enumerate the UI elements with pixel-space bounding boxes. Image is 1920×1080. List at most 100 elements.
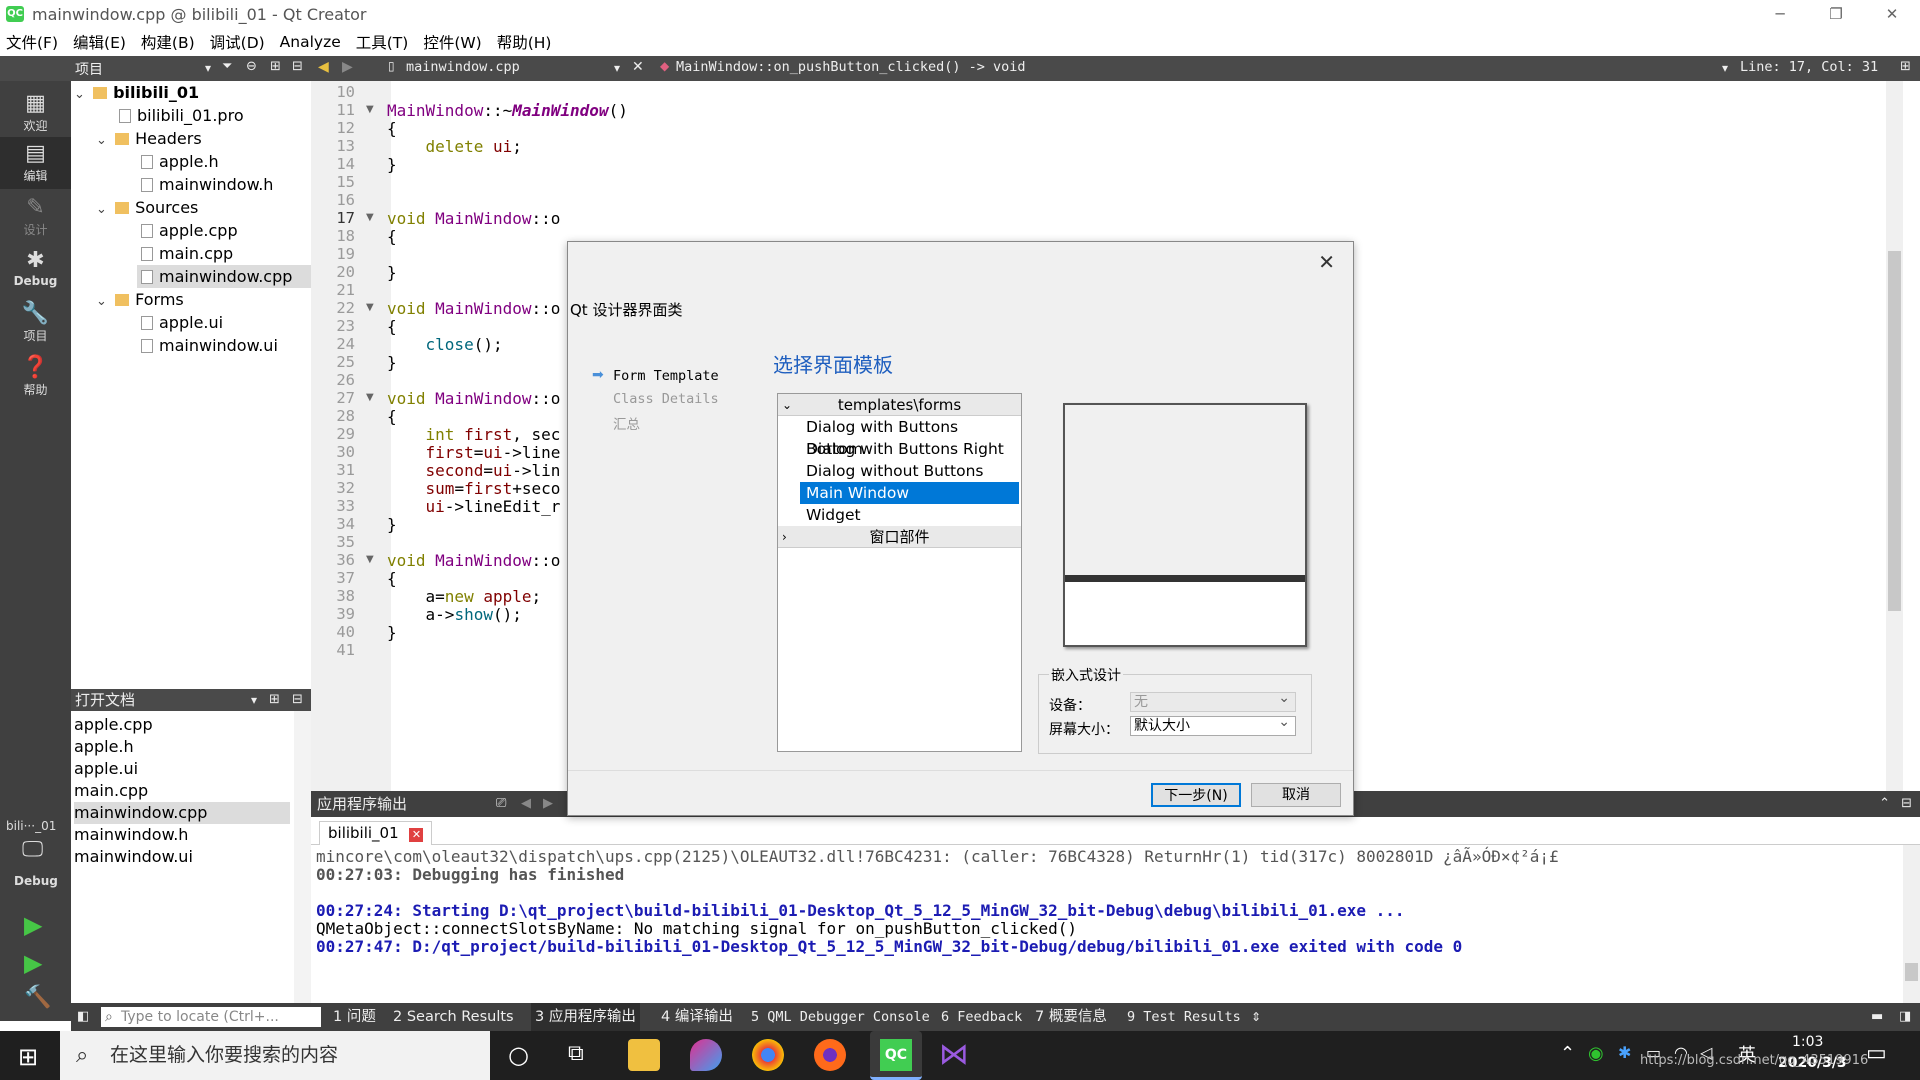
- mode-debug[interactable]: ✱ Debug: [0, 244, 71, 296]
- monitor-icon[interactable]: 🖵: [22, 837, 43, 862]
- cortana-icon[interactable]: ○: [508, 1041, 529, 1069]
- application-output[interactable]: mincore\com\oleaut32\dispatch\ups.cpp(21…: [311, 845, 1920, 1003]
- list-item[interactable]: apple.ui: [74, 758, 290, 780]
- tree-item-pro[interactable]: bilibili_01.pro: [119, 104, 244, 127]
- qt-creator-taskbar-button[interactable]: QC: [870, 1031, 922, 1080]
- fold-marker-icon[interactable]: ▼: [366, 302, 374, 313]
- pane-tab-test-results[interactable]: 9 Test Results: [1127, 1003, 1241, 1031]
- open-docs-scrollbar[interactable]: [294, 711, 311, 1003]
- scrollbar-thumb[interactable]: [1905, 963, 1918, 981]
- task-view-icon[interactable]: ⧉: [568, 1041, 584, 1066]
- wechat-icon[interactable]: ◉: [1588, 1043, 1604, 1064]
- list-item[interactable]: mainwindow.ui: [74, 846, 290, 868]
- restore-button[interactable]: ❐: [1808, 0, 1864, 28]
- mode-edit[interactable]: ▤ 编辑: [0, 137, 71, 189]
- run-icon[interactable]: ▶: [24, 911, 42, 939]
- close-button[interactable]: ✕: [1864, 0, 1920, 28]
- chevron-down-icon[interactable]: ⌄: [74, 83, 88, 106]
- tree-item[interactable]: main.cpp: [141, 242, 233, 265]
- pane-tab-app-output[interactable]: 3 应用程序输出: [531, 1003, 640, 1031]
- pane-tab-search[interactable]: 2 Search Results: [393, 1003, 514, 1031]
- clear-output-icon[interactable]: ⎚: [496, 791, 506, 817]
- template-item-selected[interactable]: Main Window: [800, 482, 1019, 504]
- mode-design[interactable]: ✎ 设计: [0, 191, 71, 243]
- template-item[interactable]: Dialog without Buttons: [800, 460, 1019, 482]
- forward-icon[interactable]: ▶: [342, 59, 353, 75]
- chevron-down-icon[interactable]: ⌄: [96, 290, 110, 313]
- menu-build[interactable]: 构建(B): [141, 31, 195, 53]
- tree-folder-headers[interactable]: ⌄ Headers: [96, 127, 202, 150]
- tree-item[interactable]: apple.h: [141, 150, 219, 173]
- screen-size-select[interactable]: 默认大小: [1130, 713, 1296, 736]
- template-item[interactable]: Widget: [800, 504, 1019, 526]
- close-icon[interactable]: ✕: [1318, 250, 1335, 274]
- taskbar-search[interactable]: ⌕ 在这里输入你要搜索的内容: [60, 1031, 490, 1080]
- menu-help[interactable]: 帮助(H): [497, 31, 552, 53]
- list-item[interactable]: mainwindow.h: [74, 824, 290, 846]
- windows-start-icon[interactable]: ⊞: [18, 1043, 38, 1071]
- back-icon[interactable]: ◀: [318, 59, 329, 75]
- chevron-down-icon[interactable]: ▾: [205, 61, 211, 75]
- chevron-down-icon[interactable]: ▾: [1722, 61, 1728, 75]
- chevron-right-icon[interactable]: ›: [782, 526, 787, 548]
- template-item[interactable]: Dialog with Buttons Bottom: [800, 416, 1019, 458]
- template-item[interactable]: Dialog with Buttons Right: [800, 438, 1019, 460]
- chevron-down-icon[interactable]: ▾: [614, 61, 620, 75]
- clock-time[interactable]: 1:03: [1792, 1034, 1823, 1050]
- split-icon[interactable]: ⊞: [269, 689, 280, 711]
- progress-icon[interactable]: ▬: [1871, 1003, 1883, 1031]
- tray-chevron-up-icon[interactable]: ⌃: [1560, 1043, 1575, 1064]
- bluetooth-icon[interactable]: ✱: [1618, 1043, 1631, 1062]
- locator-input[interactable]: ⌕ Type to locate (Ctrl+...: [101, 1007, 321, 1027]
- menu-edit[interactable]: 编辑(E): [73, 31, 126, 53]
- list-item-selected[interactable]: mainwindow.cpp: [74, 802, 290, 824]
- menu-debug[interactable]: 调试(D): [210, 31, 265, 53]
- notification-icon[interactable]: ▭: [1866, 1041, 1887, 1066]
- menu-tools[interactable]: 工具(T): [356, 31, 409, 53]
- fold-marker-icon[interactable]: ▼: [366, 554, 374, 565]
- projects-panel-label[interactable]: 项目: [75, 59, 103, 79]
- template-group-widgets[interactable]: › 窗口部件: [778, 526, 1021, 548]
- firefox-icon[interactable]: [814, 1039, 846, 1071]
- chevron-down-icon[interactable]: ▾: [251, 689, 257, 711]
- close-pane-icon[interactable]: ⊟: [292, 59, 303, 74]
- pane-tab-feedback[interactable]: 6 Feedback: [941, 1003, 1022, 1031]
- link-icon[interactable]: ⊖: [246, 59, 257, 74]
- close-tab-icon[interactable]: ✕: [409, 828, 424, 842]
- tree-item-selected[interactable]: mainwindow.cpp: [137, 265, 311, 288]
- output-toggle-icon[interactable]: ◨: [1899, 1003, 1911, 1031]
- debug-run-icon[interactable]: ▶: [24, 949, 42, 977]
- chevron-down-icon[interactable]: ⌄: [96, 198, 110, 221]
- chrome-icon[interactable]: [752, 1039, 784, 1071]
- maximize-pane-icon[interactable]: ⌃: [1879, 791, 1890, 817]
- output-tab[interactable]: bilibili_01 ✕: [319, 821, 433, 845]
- function-combo[interactable]: MainWindow::on_pushButton_clicked() -> v…: [676, 59, 1026, 75]
- tree-project-root[interactable]: ⌄ bilibili_01: [74, 81, 199, 104]
- chevron-down-icon[interactable]: ⌄: [782, 394, 792, 416]
- fold-marker-icon[interactable]: ▼: [366, 212, 374, 223]
- fold-marker-icon[interactable]: ▼: [366, 392, 374, 403]
- pane-tab-qml-console[interactable]: 5 QML Debugger Console: [751, 1003, 930, 1031]
- next-button[interactable]: 下一步(N): [1151, 783, 1241, 807]
- mode-welcome[interactable]: ▦ 欢迎: [0, 87, 71, 139]
- menu-file[interactable]: 文件(F): [6, 31, 58, 53]
- editor-scrollbar[interactable]: [1886, 81, 1903, 791]
- pane-tab-issues[interactable]: 1 问题: [333, 1003, 376, 1031]
- more-tabs-icon[interactable]: ⇕: [1251, 1003, 1261, 1031]
- mode-help[interactable]: ❓ 帮助: [0, 351, 71, 403]
- template-list[interactable]: ⌄ templates\forms Dialog with Buttons Bo…: [777, 393, 1022, 752]
- pane-tab-compile-output[interactable]: 4 编译输出: [661, 1003, 733, 1031]
- menu-analyze[interactable]: Analyze: [280, 33, 341, 51]
- cancel-button[interactable]: 取消: [1251, 783, 1341, 807]
- chevron-down-icon[interactable]: ⌄: [96, 129, 110, 152]
- tree-folder-sources[interactable]: ⌄ Sources: [96, 196, 198, 219]
- minimize-button[interactable]: ─: [1752, 0, 1808, 28]
- visual-studio-icon[interactable]: ⋈: [938, 1039, 970, 1071]
- list-item[interactable]: apple.cpp: [74, 714, 290, 736]
- forward-icon[interactable]: ▶: [543, 791, 553, 817]
- template-group-forms[interactable]: ⌄ templates\forms: [778, 394, 1021, 416]
- device-select[interactable]: 无: [1130, 689, 1296, 712]
- close-pane-icon[interactable]: ⊟: [1901, 791, 1912, 817]
- output-scrollbar[interactable]: [1903, 845, 1920, 1003]
- kit-label[interactable]: bili···_01: [6, 819, 56, 833]
